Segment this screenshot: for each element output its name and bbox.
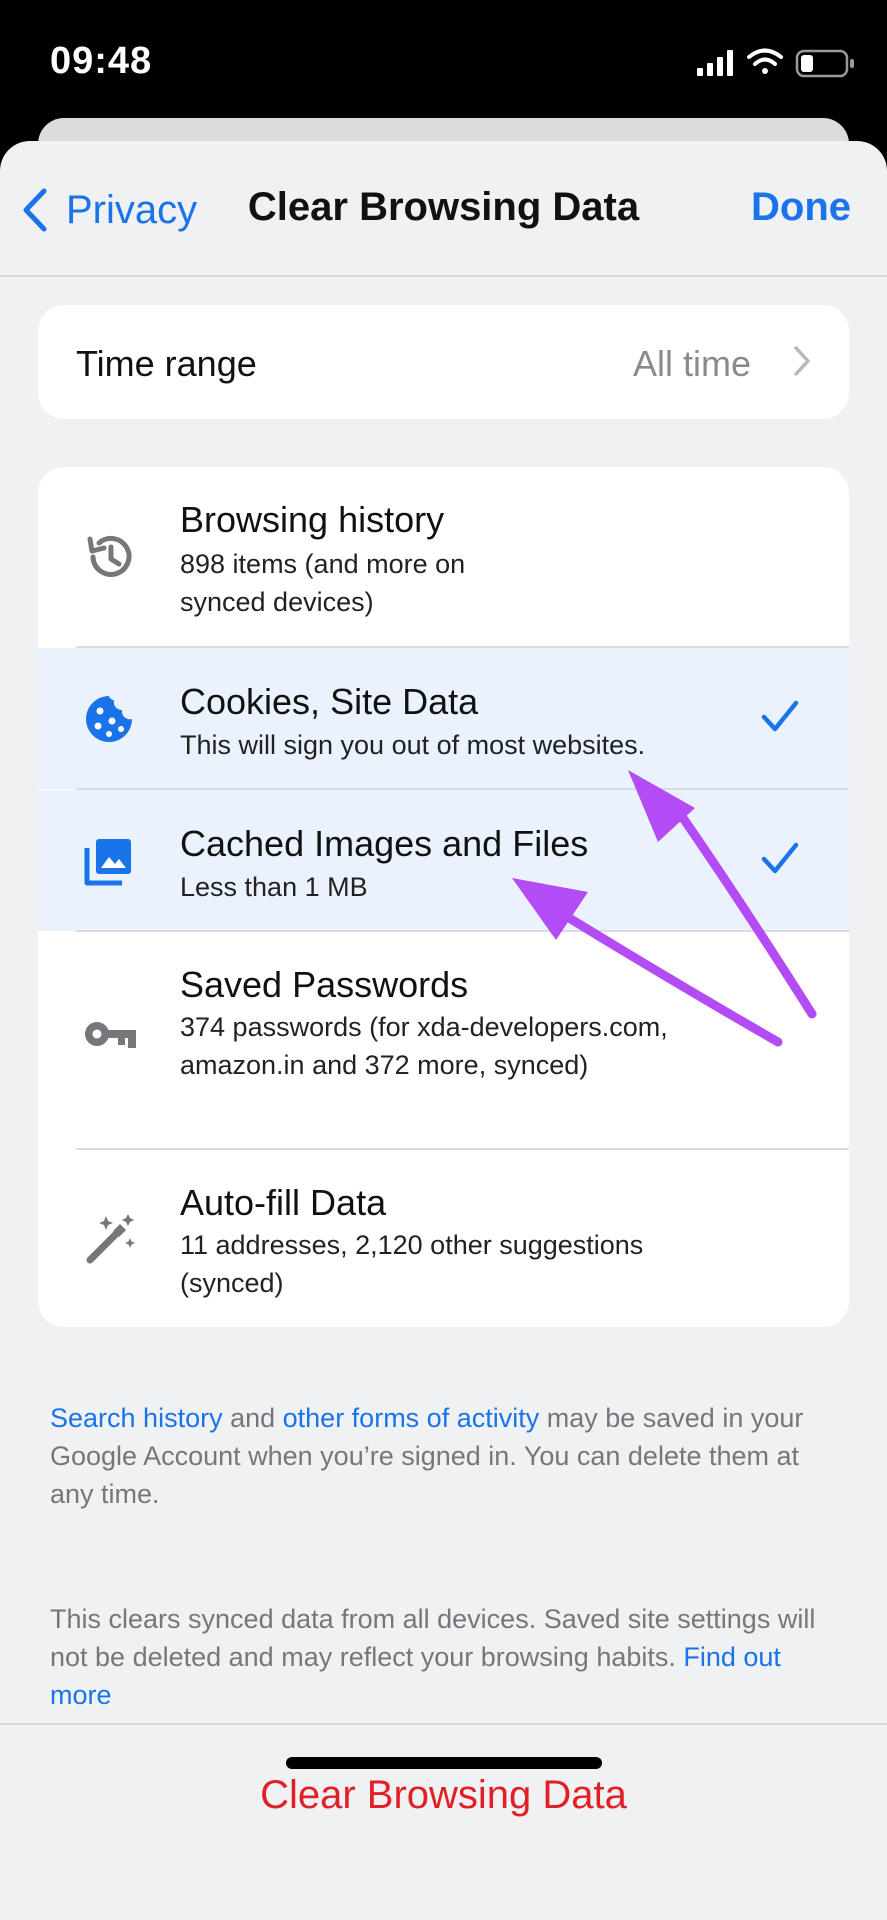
image-icon: [84, 839, 131, 886]
history-icon: [87, 535, 132, 577]
done-button[interactable]: Done: [751, 185, 851, 230]
item-title: Auto-fill Data: [180, 1182, 387, 1223]
navigation-bar: Privacy Clear Browsing Data Done: [0, 141, 887, 277]
list-item-saved-passwords[interactable]: Saved Passwords 374 passwords (for xda-d…: [38, 932, 849, 1149]
wifi-icon: [747, 48, 783, 74]
signal-icon: [697, 50, 733, 76]
status-icons: [697, 46, 857, 86]
cookie-icon: [86, 696, 132, 742]
note-text: and: [222, 1403, 283, 1433]
list-item-cookies-site-data[interactable]: Cookies, Site Data This will sign you ou…: [38, 648, 849, 789]
clear-browsing-data-sheet: Privacy Clear Browsing Data Done Time ra…: [0, 141, 887, 1920]
item-subtitle: This will sign you out of most websites.: [180, 730, 646, 760]
key-icon: [85, 1022, 136, 1048]
time-range-row[interactable]: Time range All time: [38, 305, 849, 419]
list-item-autofill-data[interactable]: Auto-fill Data 11 addresses, 2,120 other…: [38, 1150, 849, 1327]
item-subtitle: Less than 1 MB: [180, 872, 368, 902]
status-time: 09:48: [50, 40, 153, 82]
chevron-right-icon: [794, 346, 810, 376]
other-activity-link[interactable]: other forms of activity: [283, 1403, 540, 1433]
item-subtitle: 898 items (and more on synced devices): [180, 549, 466, 617]
list-item-browsing-history[interactable]: Browsing history 898 items (and more on …: [38, 467, 849, 647]
magic-wand-icon: [86, 1214, 135, 1264]
checkmark-icon: [761, 700, 799, 732]
clear-browsing-data-button[interactable]: Clear Browsing Data: [0, 1773, 887, 1818]
battery-icon: [795, 49, 854, 78]
item-title: Saved Passwords: [180, 964, 469, 1005]
item-title: Cached Images and Files: [180, 823, 589, 864]
item-title: Cookies, Site Data: [180, 681, 479, 722]
data-types-list: Browsing history 898 items (and more on …: [38, 467, 849, 1327]
list-item-cached-images-files[interactable]: Cached Images and Files Less than 1 MB: [38, 790, 849, 931]
checkmark-icon: [761, 842, 799, 874]
bottom-toolbar: Clear Browsing Data: [0, 1723, 887, 1920]
account-activity-note: Search history and other forms of activi…: [50, 1399, 840, 1513]
item-subtitle: 374 passwords (for xda-developers.com, a…: [180, 1012, 668, 1080]
search-history-link[interactable]: Search history: [50, 1403, 223, 1433]
home-indicator: [286, 1757, 602, 1769]
item-title: Browsing history: [180, 499, 445, 540]
time-range-label: Time range: [76, 343, 257, 384]
item-subtitle: 11 addresses, 2,120 other suggestions (s…: [180, 1230, 644, 1298]
synced-data-note: This clears synced data from all devices…: [50, 1600, 840, 1714]
time-range-value: All time: [632, 343, 751, 384]
